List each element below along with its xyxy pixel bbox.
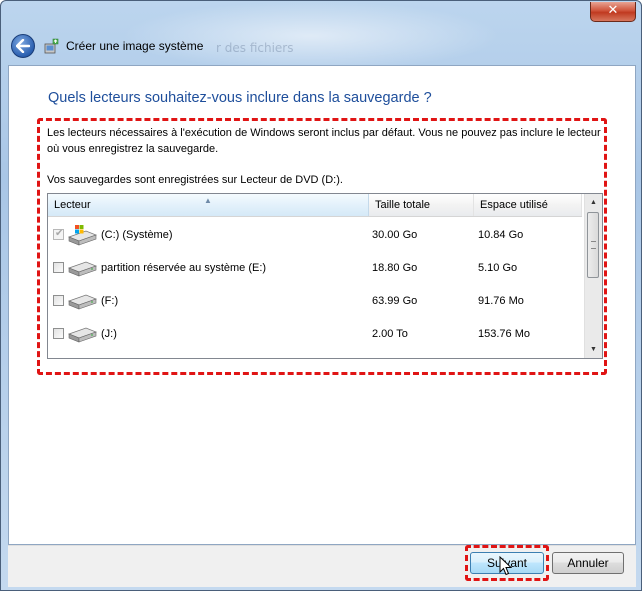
hard-drive-icon [68, 294, 97, 310]
drive-total-size: 30.00 Go [372, 229, 418, 241]
table-row[interactable]: (F:) 63.99 Go 91.76 Mo [48, 294, 582, 328]
hard-drive-icon [68, 327, 97, 343]
close-button[interactable]: ✕ [590, 2, 636, 22]
drive-name: (C:) (Système) [101, 229, 173, 241]
background-window-text: r des fichiers [216, 41, 294, 55]
drive-total-size: 18.80 Go [372, 262, 418, 274]
sort-ascending-icon: ▲ [204, 196, 212, 205]
table-row[interactable]: partition réservée au système (E:) 18.80… [48, 261, 582, 295]
table-row[interactable]: (J:) 2.00 To 153.76 Mo [48, 327, 582, 358]
cancel-button[interactable]: Annuler [552, 552, 624, 574]
column-header-lecteur[interactable]: ▲ Lecteur [48, 194, 369, 216]
description-text: Les lecteurs nécessaires à l'exécution d… [47, 127, 601, 155]
drive-checkbox[interactable] [53, 262, 64, 273]
close-icon: ✕ [607, 3, 619, 18]
window-title: Créer une image système [66, 39, 204, 53]
drive-list[interactable]: ▲ Lecteur Taille totale Espace utilisé ✔ [47, 193, 603, 359]
drive-checkbox[interactable] [53, 295, 64, 306]
drive-name: (F:) [101, 295, 119, 307]
column-header-used-space[interactable]: Espace utilisé [474, 194, 582, 216]
drive-used-space: 153.76 Mo [478, 328, 530, 340]
drive-checkbox[interactable] [53, 328, 64, 339]
drive-name: (J:) [101, 328, 117, 340]
vertical-scrollbar[interactable]: ▲ ▼ [584, 194, 602, 358]
table-row[interactable]: ✔ (C:) (Système) 30.00 Go 10.84 Go [48, 225, 582, 262]
list-header: ▲ Lecteur Taille totale Espace utilisé [48, 194, 582, 217]
mouse-cursor-icon [499, 556, 512, 576]
scroll-down-arrow-icon[interactable]: ▼ [585, 341, 602, 358]
drive-total-size: 2.00 To [372, 328, 408, 340]
scrollbar-thumb[interactable] [587, 212, 599, 278]
windows-drive-icon [68, 225, 97, 246]
backup-app-icon [44, 38, 59, 54]
scroll-up-arrow-icon[interactable]: ▲ [585, 194, 602, 211]
hard-drive-icon [68, 261, 97, 277]
back-button[interactable] [11, 34, 35, 58]
grip-icon [591, 241, 596, 249]
column-header-total-size[interactable]: Taille totale [369, 194, 474, 216]
drive-used-space: 10.84 Go [478, 229, 524, 241]
drive-checkbox: ✔ [53, 228, 64, 240]
drive-total-size: 63.99 Go [372, 295, 418, 307]
check-icon: ✔ [55, 228, 64, 239]
save-location-text: Vos sauvegardes sont enregistrées sur Le… [47, 174, 343, 186]
drive-used-space: 5.10 Go [478, 262, 518, 274]
back-arrow-icon [16, 39, 30, 53]
page-heading: Quels lecteurs souhaitez-vous inclure da… [48, 90, 432, 106]
window-frame: r des fichiers ✕ Créer une image système… [0, 0, 642, 591]
drive-name: partition réservée au système (E:) [101, 262, 267, 274]
drive-used-space: 91.76 Mo [478, 295, 524, 307]
